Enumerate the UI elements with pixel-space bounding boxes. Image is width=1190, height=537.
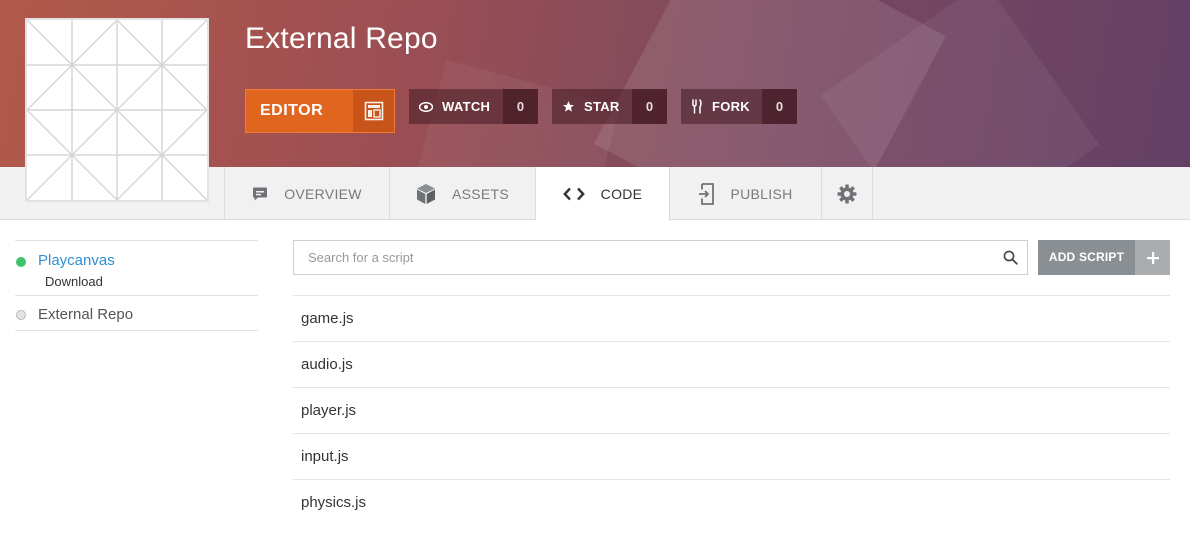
- add-script-label: ADD SCRIPT: [1038, 240, 1135, 275]
- script-item[interactable]: audio.js: [293, 341, 1170, 387]
- sidebar-item-sublabel: Download: [45, 274, 103, 289]
- script-search: [293, 240, 1028, 275]
- editor-button-label: EDITOR: [260, 102, 324, 119]
- tab-code-label: CODE: [600, 186, 643, 202]
- cube-icon: [416, 183, 435, 204]
- status-dot-inactive: [16, 310, 26, 320]
- star-button[interactable]: STAR 0: [552, 89, 667, 124]
- sidebar-item-label: External Repo: [38, 306, 134, 323]
- watch-label: WATCH: [442, 99, 491, 114]
- page-title: External Repo: [245, 22, 438, 55]
- sidebar-item-external-repo[interactable]: External Repo: [15, 295, 258, 331]
- tab-publish[interactable]: PUBLISH: [670, 167, 822, 220]
- code-brackets-icon: [562, 187, 585, 201]
- project-thumbnail-placeholder: [25, 18, 209, 202]
- publish-icon: [699, 182, 715, 205]
- tab-assets[interactable]: ASSETS: [390, 167, 536, 220]
- star-icon: [563, 101, 574, 112]
- sidebar-item-playcanvas[interactable]: Playcanvas Download: [15, 240, 258, 295]
- tab-code[interactable]: CODE: [536, 167, 670, 221]
- script-item[interactable]: game.js: [293, 295, 1170, 341]
- sidebar: Playcanvas Download External Repo: [15, 240, 258, 331]
- fork-count: 0: [762, 89, 797, 124]
- script-item[interactable]: player.js: [293, 387, 1170, 433]
- plus-icon: [1135, 240, 1170, 275]
- editor-layout-icon: [353, 90, 394, 132]
- add-script-button[interactable]: ADD SCRIPT: [1038, 240, 1170, 275]
- eye-icon: [419, 101, 433, 112]
- tab-overview-label: OVERVIEW: [284, 185, 362, 202]
- fork-button[interactable]: FORK 0: [681, 89, 797, 124]
- chat-bubble-icon: [253, 187, 268, 200]
- script-list: game.js audio.js player.js input.js phys…: [293, 295, 1170, 525]
- gear-icon: [837, 184, 857, 203]
- tab-overview[interactable]: OVERVIEW: [224, 167, 390, 220]
- watch-count: 0: [503, 89, 538, 124]
- fork-label: FORK: [711, 99, 750, 114]
- tab-assets-label: ASSETS: [451, 185, 510, 202]
- tab-settings[interactable]: [822, 167, 873, 220]
- script-item[interactable]: physics.js: [293, 479, 1170, 525]
- script-item[interactable]: input.js: [293, 433, 1170, 479]
- star-count: 0: [632, 89, 667, 124]
- fork-icon: [692, 99, 702, 114]
- editor-button[interactable]: EDITOR: [245, 89, 395, 133]
- watch-button[interactable]: WATCH 0: [409, 89, 538, 124]
- sidebar-item-label: Playcanvas: [38, 252, 115, 269]
- status-dot-active: [16, 257, 26, 267]
- search-icon[interactable]: [993, 250, 1027, 265]
- search-input[interactable]: [294, 241, 993, 274]
- star-label: STAR: [584, 99, 620, 114]
- tab-publish-label: PUBLISH: [730, 185, 793, 202]
